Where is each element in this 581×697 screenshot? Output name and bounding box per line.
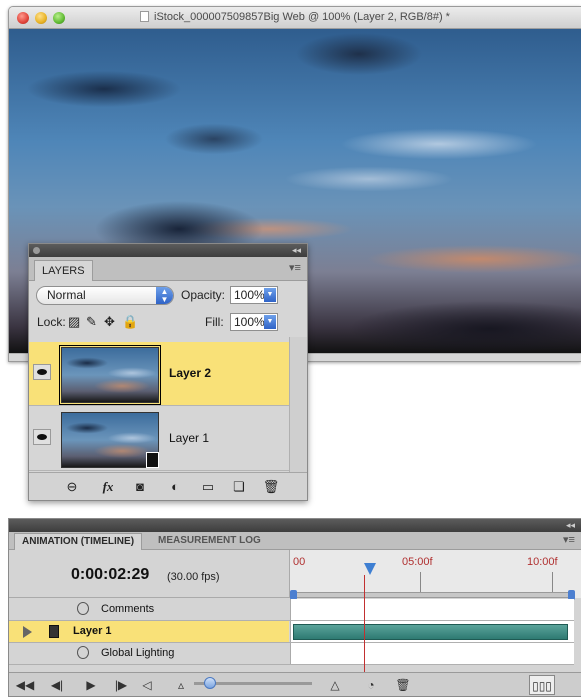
blend-mode-value: Normal [47, 288, 86, 302]
video-layer-icon [146, 452, 159, 468]
fx-icon[interactable]: fx [97, 476, 119, 498]
opacity-dropdown-icon[interactable]: ▼ [264, 288, 276, 302]
current-timecode[interactable]: 0:00:02:29 [71, 566, 149, 584]
blend-row: Normal ▲ ▼ Opacity: 100% ▼ [29, 281, 307, 309]
lock-brush-icon[interactable]: ✎ [86, 313, 97, 331]
panel-menu-icon[interactable]: ▾≡ [562, 533, 576, 547]
zoom-in-icon[interactable]: △ [324, 675, 346, 695]
select-arrows-icon: ▲ ▼ [156, 287, 173, 304]
folder-icon[interactable]: ▭ [197, 476, 219, 498]
layer-thumbnail[interactable] [59, 345, 161, 405]
lock-label: Lock: [37, 315, 66, 329]
opacity-field[interactable]: 100% ▼ [230, 286, 278, 304]
blend-mode-select[interactable]: Normal ▲ ▼ [36, 286, 174, 305]
first-frame-icon[interactable]: ◀◀ [15, 675, 35, 695]
layer-row-layer-2[interactable]: Layer 2 [29, 342, 289, 406]
fill-field[interactable]: 100% ▼ [230, 313, 278, 331]
work-area-bar[interactable] [290, 590, 575, 600]
track-row-comments[interactable]: Comments [9, 599, 574, 621]
fill-label: Fill: [205, 315, 224, 329]
next-frame-icon[interactable]: |▶ [111, 675, 131, 695]
film-icon [49, 625, 59, 638]
track-row-layer-1[interactable]: Layer 1 [9, 621, 574, 643]
zoom-out-icon[interactable]: ▵ [173, 675, 189, 695]
track-label: Comments [101, 603, 155, 615]
ruler-tick [420, 572, 421, 592]
lock-transparency-icon[interactable]: ▨ [68, 313, 80, 331]
stopwatch-icon[interactable] [77, 602, 89, 615]
previous-frame-icon[interactable]: ◀| [47, 675, 67, 695]
track-header: Global Lighting [9, 643, 289, 664]
frame-rate: (30.00 fps) [167, 571, 220, 583]
playhead-icon[interactable] [364, 563, 376, 575]
expand-triangle-icon[interactable] [23, 626, 32, 638]
layers-scrollbar[interactable] [289, 337, 307, 473]
ruler-label-10: 10:00f [527, 556, 558, 568]
panel-menu-icon[interactable]: ▾≡ [288, 261, 302, 275]
track-label: Layer 1 [73, 625, 112, 637]
opacity-value: 100% [234, 288, 265, 302]
visibility-eye-icon[interactable] [33, 364, 51, 380]
animation-tab-row: ANIMATION (TIMELINE) MEASUREMENT LOG ▾≡ [9, 532, 581, 550]
animation-panel: ◂◂ ANIMATION (TIMELINE) MEASUREMENT LOG … [8, 518, 581, 697]
tab-measurement-log[interactable]: MEASUREMENT LOG [151, 533, 268, 549]
onion-skin-icon[interactable]: ◔ [361, 675, 381, 695]
collapse-icon[interactable]: ◂◂ [566, 519, 575, 532]
layer-name[interactable]: Layer 2 [169, 366, 211, 380]
track-lane[interactable] [290, 621, 574, 642]
fill-dropdown-icon[interactable]: ▼ [264, 315, 276, 329]
track-label: Global Lighting [101, 647, 175, 659]
adjustment-icon[interactable]: ◐ [164, 476, 186, 498]
tab-animation-timeline[interactable]: ANIMATION (TIMELINE) [14, 533, 143, 550]
stopwatch-icon[interactable] [77, 646, 89, 659]
tab-layers[interactable]: LAYERS [34, 260, 93, 281]
ruler-label-05: 05:00f [402, 556, 433, 568]
layer-thumbnail[interactable] [61, 412, 159, 468]
ruler-label-00: 00 [293, 556, 306, 568]
current-time-indicator [364, 575, 365, 677]
document-title-text: iStock_000007509857Big Web @ 100% (Layer… [154, 11, 450, 23]
time-ruler[interactable]: 00 05:00f 10:00f [289, 550, 581, 600]
panel-close-icon[interactable] [33, 247, 40, 254]
track-header: Comments [9, 599, 289, 620]
layers-bottom-bar: ⊖ fx ◙ ◐ ▭ ❏ 🗑 [29, 472, 307, 500]
lock-row: Lock: ▨ ✎ ✥ 🔒 Fill: 100% ▼ [29, 309, 307, 337]
ruler-tick [552, 572, 553, 592]
track-header: Layer 1 [9, 621, 289, 642]
mask-icon[interactable]: ◙ [129, 476, 151, 498]
convert-to-frames-icon[interactable]: ▯▯▯ [529, 675, 555, 695]
play-icon[interactable]: ▶ [81, 675, 101, 695]
delete-icon[interactable]: 🗑 [393, 675, 413, 695]
new-layer-icon[interactable]: ❏ [228, 476, 250, 498]
panel-header[interactable]: ◂◂ [29, 244, 307, 257]
layers-tab-row: LAYERS ▾≡ [29, 257, 307, 281]
layer-name[interactable]: Layer 1 [169, 431, 209, 445]
layers-panel: ◂◂ LAYERS ▾≡ Normal ▲ ▼ Opacity: 100% ▼ L… [28, 243, 308, 501]
audio-icon[interactable]: ◁ [139, 675, 155, 695]
trash-icon[interactable]: 🗑 [260, 476, 282, 498]
track-lane[interactable] [290, 599, 574, 620]
visibility-eye-icon[interactable] [33, 429, 51, 445]
collapse-icon[interactable]: ◂◂ [292, 244, 301, 257]
fill-value: 100% [234, 315, 265, 329]
panel-header[interactable]: ◂◂ [9, 519, 581, 532]
document-icon [140, 11, 150, 22]
timecode-area: 0:00:02:29 (30.00 fps) [9, 550, 289, 598]
opacity-label: Opacity: [181, 288, 226, 302]
track-lane[interactable] [290, 643, 574, 664]
lock-all-icon[interactable]: 🔒 [122, 313, 138, 331]
lock-move-icon[interactable]: ✥ [104, 313, 115, 331]
animation-controls: ◀◀ ◀| ▶ |▶ ◁ ▵ △ ◔ 🗑 ▯▯▯ [9, 672, 581, 696]
layer-row-layer-1[interactable]: Layer 1 [29, 407, 289, 471]
track-row-global-lighting[interactable]: Global Lighting [9, 643, 574, 665]
document-titlebar: iStock_000007509857Big Web @ 100% (Layer… [9, 7, 581, 29]
zoom-slider-knob[interactable] [204, 677, 216, 689]
document-title: iStock_000007509857Big Web @ 100% (Layer… [9, 11, 581, 23]
link-icon[interactable]: ⊖ [61, 476, 83, 498]
layer-duration-bar[interactable] [293, 624, 568, 640]
layer-list: Layer 2 Layer 1 [29, 337, 307, 473]
